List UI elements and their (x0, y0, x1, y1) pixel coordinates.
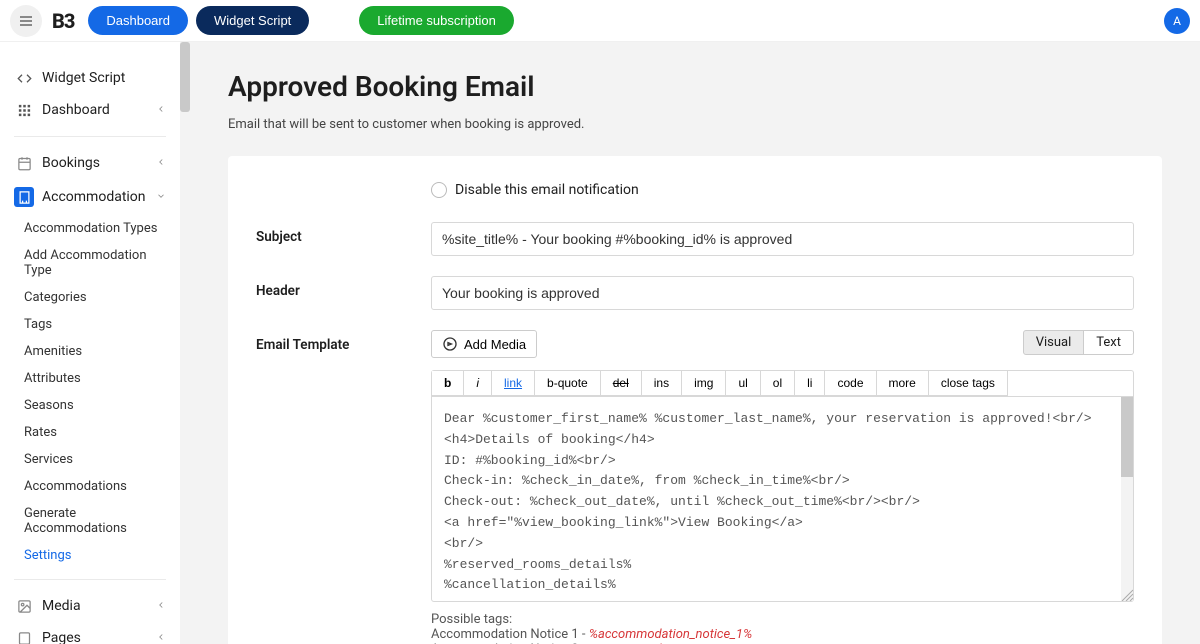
editor-scrollbar[interactable] (1121, 397, 1133, 601)
sidebar-sub-accommodations[interactable]: Accommodations (0, 473, 180, 500)
sidebar-sub-tags[interactable]: Tags (0, 311, 180, 338)
sidebar-item-widget-script[interactable]: Widget Script (0, 62, 180, 94)
chevron-left-icon (156, 630, 166, 644)
header-input[interactable] (431, 276, 1134, 310)
subject-label: Subject (256, 222, 431, 256)
notice1-label: Accommodation Notice 1 - (431, 627, 589, 642)
disable-radio[interactable] (431, 182, 447, 198)
page-title: Approved Booking Email (228, 70, 1162, 103)
possible-tags-label: Possible tags: (431, 612, 1134, 627)
settings-card: Disable this email notification Subject … (228, 156, 1162, 644)
tab-visual[interactable]: Visual (1023, 330, 1085, 355)
sidebar-item-pages[interactable]: Pages (0, 622, 180, 644)
sidebar-sub-attributes[interactable]: Attributes (0, 365, 180, 392)
sidebar-sub-settings[interactable]: Settings (0, 542, 180, 569)
sidebar-label: Accommodation (42, 189, 146, 205)
header-label: Header (256, 276, 431, 310)
sidebar-sub-add[interactable]: Add Accommodation Type (0, 242, 180, 284)
tool-italic[interactable]: i (464, 371, 492, 396)
sidebar-sub-services[interactable]: Services (0, 446, 180, 473)
sidebar-sub-generate[interactable]: Generate Accommodations (0, 500, 180, 542)
sidebar-item-dashboard[interactable]: Dashboard (0, 94, 180, 126)
tool-img[interactable]: img (682, 371, 726, 396)
tool-ins[interactable]: ins (642, 371, 682, 396)
tool-li[interactable]: li (795, 371, 825, 396)
tool-ul[interactable]: ul (726, 371, 760, 396)
sidebar-sub-categories[interactable]: Categories (0, 284, 180, 311)
menu-toggle[interactable] (10, 5, 42, 37)
subject-input[interactable] (431, 222, 1134, 256)
add-media-button[interactable]: Add Media (431, 330, 537, 358)
nav-dashboard[interactable]: Dashboard (88, 6, 188, 35)
grid-icon (14, 103, 34, 118)
tool-more[interactable]: more (877, 371, 929, 396)
sidebar-item-accommodation[interactable]: Accommodation (0, 179, 180, 215)
tool-bquote[interactable]: b-quote (535, 371, 601, 396)
logo: B3 (52, 9, 74, 33)
sidebar-sub-rates[interactable]: Rates (0, 419, 180, 446)
sidebar-label: Pages (42, 630, 81, 644)
chevron-left-icon (156, 102, 166, 118)
tool-del[interactable]: del (601, 371, 642, 396)
sidebar-label: Bookings (42, 155, 100, 171)
tool-link[interactable]: link (492, 371, 535, 396)
editor-toolbar: b i link b-quote del ins img ul ol li co… (431, 370, 1134, 396)
chevron-left-icon (156, 155, 166, 171)
sidebar-scrollbar[interactable] (180, 42, 190, 644)
tool-close-tags[interactable]: close tags (929, 371, 1008, 396)
sidebar-item-media[interactable]: Media (0, 590, 180, 622)
tool-code[interactable]: code (825, 371, 876, 396)
chevron-down-icon (156, 189, 166, 205)
nav-widget-script[interactable]: Widget Script (196, 6, 309, 35)
avatar[interactable]: A (1164, 8, 1190, 34)
tab-text[interactable]: Text (1084, 330, 1134, 355)
notice1-tag: %accommodation_notice_1% (589, 627, 752, 642)
page-subtitle: Email that will be sent to customer when… (228, 117, 1162, 132)
code-icon (14, 71, 34, 86)
tool-ol[interactable]: ol (761, 371, 795, 396)
image-icon (14, 599, 34, 614)
building-icon (14, 187, 34, 207)
sidebar-sub-seasons[interactable]: Seasons (0, 392, 180, 419)
add-media-label: Add Media (464, 337, 526, 352)
editor-scroll-thumb[interactable] (1121, 397, 1133, 477)
sidebar: Widget Script Dashboard Bookings Accommo… (0, 42, 180, 644)
chevron-left-icon (156, 598, 166, 614)
tool-bold[interactable]: b (432, 371, 464, 396)
scrollbar-thumb[interactable] (180, 42, 190, 112)
sidebar-label: Dashboard (42, 102, 110, 118)
disable-label: Disable this email notification (455, 182, 639, 198)
sidebar-sub-types[interactable]: Accommodation Types (0, 215, 180, 242)
calendar-icon (14, 156, 34, 171)
media-icon (442, 336, 458, 352)
page-icon (14, 631, 34, 644)
main-content: Approved Booking Email Email that will b… (190, 42, 1200, 644)
sidebar-sub-amenities[interactable]: Amenities (0, 338, 180, 365)
possible-tags: Possible tags: Accommodation Notice 1 - … (431, 612, 1134, 644)
resize-handle[interactable] (1119, 587, 1133, 601)
nav-lifetime[interactable]: Lifetime subscription (359, 6, 514, 35)
template-textarea[interactable] (432, 397, 1133, 597)
template-label: Email Template (256, 330, 431, 644)
sidebar-label: Media (42, 598, 81, 614)
sidebar-label: Widget Script (42, 70, 125, 86)
sidebar-item-bookings[interactable]: Bookings (0, 147, 180, 179)
